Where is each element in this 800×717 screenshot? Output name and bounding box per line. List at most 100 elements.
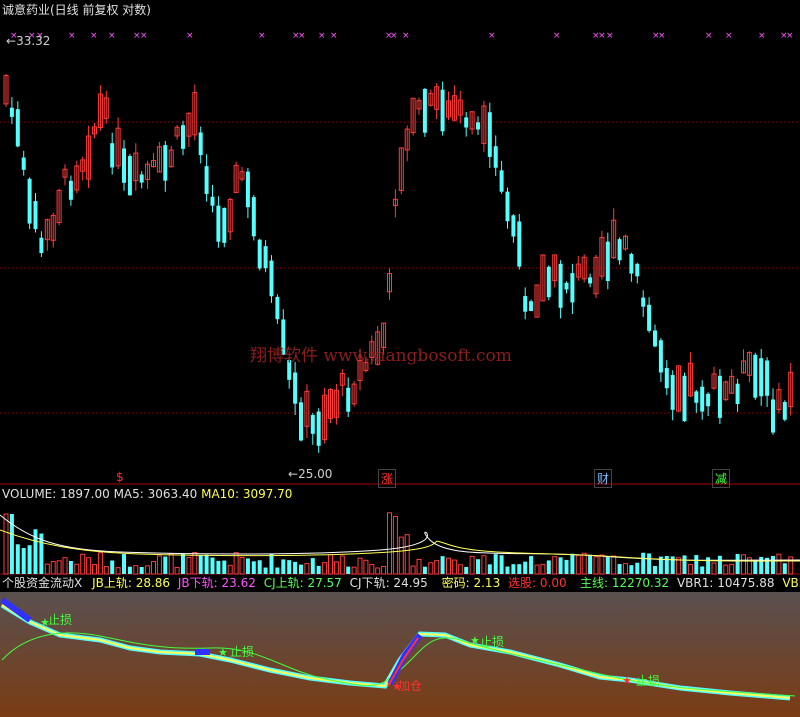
volume-bar — [416, 558, 422, 575]
top-marker: × — [598, 31, 606, 41]
event-marker-rise[interactable]: 涨 — [378, 469, 397, 488]
volume-bar — [617, 563, 622, 574]
volume-bar — [68, 560, 73, 574]
stop-loss-label-4: 止损 — [636, 674, 661, 688]
volume-bar — [593, 556, 599, 575]
indicator-background — [0, 592, 800, 717]
volume-bar — [782, 563, 787, 574]
candle-body — [505, 191, 510, 222]
volume-bar — [245, 558, 250, 574]
candle-body — [635, 263, 640, 277]
volume-bar — [457, 564, 463, 575]
volume-bar — [316, 565, 321, 574]
candle-body — [641, 297, 646, 307]
volume-bar — [97, 552, 103, 575]
volume-bar — [44, 563, 50, 575]
chart-title: 诚意药业(日线 前复权 对数) — [2, 3, 151, 17]
top-marker: × — [298, 31, 306, 41]
volume-bar — [570, 553, 575, 574]
volume-bar — [670, 556, 675, 574]
main-line: 主线: 12270.32 — [580, 576, 670, 590]
event-marker-reduce[interactable]: 减 — [712, 469, 731, 488]
candle-body — [181, 125, 185, 149]
volume-bar — [227, 564, 233, 575]
add-position-label: 加仓 — [398, 679, 423, 693]
candle-body — [546, 266, 551, 298]
candle-body — [670, 375, 675, 410]
candle-body — [658, 340, 663, 373]
volume-label: VOLUME: — [2, 487, 57, 501]
volume-header: VOLUME: 1897.00 MA5: 3063.40 MA10: 3097.… — [2, 486, 292, 502]
volume-bar — [682, 555, 687, 574]
top-marker: × — [725, 31, 733, 41]
cj-lower: CJ下轨: 24.95 — [349, 576, 428, 590]
volume-bar — [717, 555, 722, 574]
volume-bar — [428, 562, 434, 575]
volume-bar — [122, 554, 126, 574]
volume-bar — [581, 552, 587, 575]
watermark: 翔博软件 www.xiangbosoft.com — [250, 346, 512, 366]
star-marker: ★ — [470, 634, 480, 647]
candle-body — [617, 239, 622, 261]
candle-body — [782, 402, 787, 420]
candle-body — [682, 375, 687, 422]
volume-bar — [222, 560, 227, 574]
indicator-plot[interactable]: ★★★★★ — [0, 592, 800, 717]
volume-bar — [741, 554, 746, 575]
volume-bar — [605, 556, 610, 574]
volume-bar — [664, 555, 669, 574]
volume-bar — [281, 559, 286, 574]
candle-body — [257, 239, 262, 269]
volume-bar — [163, 556, 168, 574]
candle-body — [9, 107, 14, 117]
volume-bar — [564, 559, 569, 574]
volume-bar — [369, 564, 375, 575]
volume-bar — [257, 560, 262, 574]
volume-bar — [86, 557, 92, 575]
volume-bar — [293, 561, 298, 574]
volume-bar — [771, 555, 775, 574]
candlesticks[interactable] — [3, 74, 794, 453]
low-price-value: 25.00 — [298, 467, 333, 481]
cj-upper: CJ上轨: 27.57 — [263, 576, 342, 590]
volume-bar — [476, 559, 480, 574]
volume-bar — [156, 555, 162, 575]
candle-body — [263, 246, 268, 269]
volume-bar — [753, 559, 758, 574]
volume-bar — [451, 559, 457, 575]
vbr2: VBR2: 1 — [782, 576, 800, 590]
volume-bar — [139, 566, 144, 574]
volume-bar — [410, 565, 416, 575]
volume-bar — [440, 556, 445, 574]
volume-bar — [700, 566, 705, 574]
indicator-name[interactable]: 个股资金流动X — [2, 576, 82, 590]
top-marker: × — [140, 31, 148, 41]
volume-bar — [687, 564, 693, 575]
volume-bar — [92, 564, 97, 575]
volume-bar — [275, 567, 280, 574]
volume-bar — [469, 555, 475, 575]
event-marker-dollar[interactable]: $ — [116, 470, 124, 484]
volume-bar — [151, 561, 156, 575]
candle-body — [245, 171, 250, 208]
candle-body — [440, 89, 445, 132]
volume-bars[interactable] — [3, 512, 794, 575]
volume-bar — [56, 560, 62, 575]
top-marker: × — [705, 31, 713, 41]
volume-bar — [711, 562, 717, 575]
volume-bar — [523, 561, 528, 574]
candle-body — [222, 207, 227, 243]
jb-lower: JB下轨: 23.62 — [177, 576, 256, 590]
volume-bar — [357, 557, 363, 575]
volume-bar — [375, 567, 381, 575]
ma10-line — [0, 529, 800, 562]
event-marker-finance[interactable]: 财 — [594, 469, 613, 488]
volume-bar — [529, 556, 534, 574]
jb-upper: JB上轨: 28.86 — [92, 576, 171, 590]
top-marker: × — [258, 31, 266, 41]
candle-body — [198, 132, 203, 156]
volume-value: 1897.00 — [60, 487, 110, 501]
volume-bar — [387, 512, 392, 575]
candle-body — [68, 180, 73, 200]
candle-body — [127, 156, 132, 196]
